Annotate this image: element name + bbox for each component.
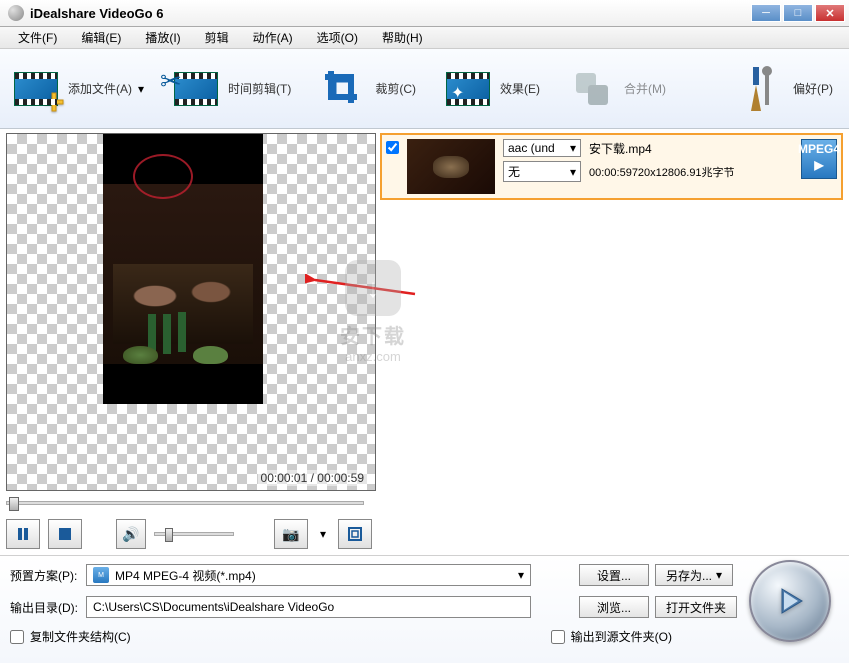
- copy-structure-checkbox[interactable]: [10, 630, 24, 644]
- browse-button[interactable]: 浏览...: [579, 596, 649, 618]
- subtitle-select[interactable]: 无▾: [503, 161, 581, 182]
- profile-value: MP4 MPEG-4 视频(*.mp4): [115, 567, 256, 584]
- time-trim-button[interactable]: ✂ 时间剪辑(T): [172, 65, 291, 113]
- volume-button[interactable]: 🔊: [116, 519, 146, 549]
- copy-structure-label: 复制文件夹结构(C): [30, 628, 131, 645]
- volume-slider[interactable]: [154, 532, 234, 536]
- menu-edit[interactable]: 编辑(E): [69, 27, 133, 48]
- app-icon: [8, 5, 24, 21]
- add-file-label: 添加文件(A): [68, 80, 132, 97]
- output-label: 输出目录(D):: [10, 599, 80, 616]
- preview-pane[interactable]: 00:00:01 / 00:00:59: [6, 133, 376, 491]
- output-path-input[interactable]: [86, 596, 531, 618]
- scissors-icon: ✂: [172, 65, 220, 113]
- snapshot-button[interactable]: 📷: [274, 519, 308, 549]
- audio-track-select[interactable]: aac (und▾: [503, 139, 581, 157]
- seek-bar[interactable]: [6, 493, 372, 513]
- dropdown-icon: ▾: [518, 568, 524, 582]
- merge-button[interactable]: 合并(M): [568, 65, 666, 113]
- pause-button[interactable]: [6, 519, 40, 549]
- snapshot-dropdown[interactable]: ▾: [316, 527, 330, 541]
- mp4-icon: M: [93, 567, 109, 583]
- maximize-button[interactable]: □: [783, 4, 813, 22]
- close-button[interactable]: ✕: [815, 4, 845, 22]
- menu-trim[interactable]: 剪辑: [193, 27, 241, 48]
- time-trim-label: 时间剪辑(T): [228, 80, 291, 97]
- merge-icon: [568, 65, 616, 113]
- file-thumbnail: [407, 139, 495, 194]
- output-to-source-checkbox[interactable]: [551, 630, 565, 644]
- crop-button[interactable]: 裁剪(C): [319, 65, 416, 113]
- minimize-button[interactable]: ─: [751, 4, 781, 22]
- add-file-button[interactable]: 添加文件(A) ▾: [12, 65, 144, 113]
- menu-help[interactable]: 帮助(H): [370, 27, 435, 48]
- bottom-section: 预置方案(P): M MP4 MPEG-4 视频(*.mp4) ▾ 设置... …: [0, 555, 849, 663]
- menu-file[interactable]: 文件(F): [6, 27, 69, 48]
- main-area: 00:00:01 / 00:00:59 aac (und▾ 安下载.mp4 无▾…: [0, 129, 849, 491]
- toolbar: 添加文件(A) ▾ ✂ 时间剪辑(T) 裁剪(C) ✦ 效果(E) 合并(M) …: [0, 49, 849, 129]
- fullscreen-button[interactable]: [338, 519, 372, 549]
- preferences-label: 偏好(P): [793, 80, 833, 97]
- preferences-button[interactable]: 偏好(P): [737, 65, 833, 113]
- stop-button[interactable]: [48, 519, 82, 549]
- effect-label: 效果(E): [500, 80, 540, 97]
- video-frame: [103, 134, 263, 404]
- window-title: iDealshare VideoGo 6: [30, 6, 163, 21]
- format-badge: MPEG4: [801, 139, 837, 179]
- settings-button[interactable]: 设置...: [579, 564, 649, 586]
- effect-icon: ✦: [444, 65, 492, 113]
- file-list-item[interactable]: aac (und▾ 安下载.mp4 无▾ 00:00:59720x12806.9…: [380, 133, 843, 200]
- crop-label: 裁剪(C): [375, 80, 416, 97]
- effect-button[interactable]: ✦ 效果(E): [444, 65, 540, 113]
- file-info: 00:00:59720x12806.91兆字节: [589, 164, 735, 180]
- profile-combo[interactable]: M MP4 MPEG-4 视频(*.mp4) ▾: [86, 564, 531, 586]
- menubar: 文件(F) 编辑(E) 播放(I) 剪辑 动作(A) 选项(O) 帮助(H): [0, 27, 849, 49]
- output-to-source-label: 输出到源文件夹(O): [571, 628, 672, 645]
- seek-thumb[interactable]: [9, 497, 19, 511]
- crop-icon: [319, 65, 367, 113]
- saveas-button[interactable]: 另存为...▾: [655, 564, 733, 586]
- playback-controls: 🔊 📷 ▾: [6, 515, 372, 553]
- open-folder-button[interactable]: 打开文件夹: [655, 596, 737, 618]
- convert-button[interactable]: [749, 560, 831, 642]
- timecode: 00:00:01 / 00:00:59: [258, 470, 367, 486]
- file-list-pane: aac (und▾ 安下载.mp4 无▾ 00:00:59720x12806.9…: [380, 133, 843, 491]
- menu-options[interactable]: 选项(O): [305, 27, 370, 48]
- screwdriver-icon: [737, 65, 785, 113]
- merge-label: 合并(M): [624, 80, 666, 97]
- menu-action[interactable]: 动作(A): [241, 27, 305, 48]
- titlebar: iDealshare VideoGo 6 ─ □ ✕: [0, 0, 849, 27]
- file-name: 安下载.mp4: [589, 140, 652, 157]
- dropdown-icon: ▾: [138, 82, 144, 96]
- menu-play[interactable]: 播放(I): [133, 27, 192, 48]
- add-file-icon: [12, 65, 60, 113]
- profile-label: 预置方案(P):: [10, 567, 80, 584]
- file-checkbox[interactable]: [386, 141, 399, 154]
